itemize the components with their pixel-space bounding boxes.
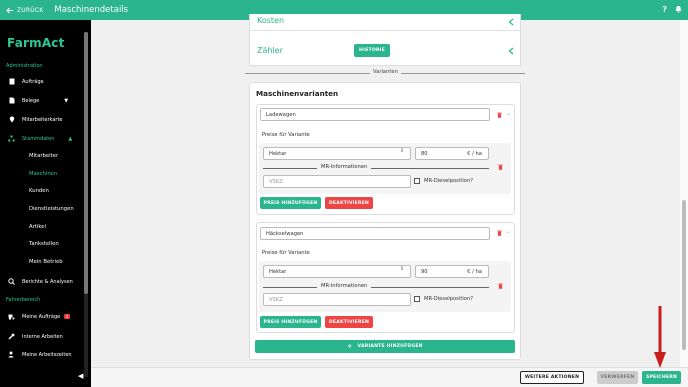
sidebar-item-label: Meine Arbeitszeiten xyxy=(22,351,72,358)
divider xyxy=(263,168,489,169)
price-input[interactable]: 90 € / ha xyxy=(415,265,489,278)
sidebar-item-meine-arbeitszeiten[interactable]: Meine Arbeitszeiten xyxy=(8,351,72,358)
price-unit: € / ha xyxy=(467,268,482,275)
sidebar-item-label: Stammdaten xyxy=(22,135,55,142)
unit-select[interactable]: Hektar xyxy=(263,147,411,160)
sidebar-item-label: Berichte & Analysen xyxy=(22,278,73,285)
app-logo: FarmAct xyxy=(7,36,65,50)
trash-icon[interactable] xyxy=(498,283,503,289)
vskz-input[interactable]: VSKZ xyxy=(263,175,411,188)
sidebar: FarmAct Administration Aufträge Belege ▼… xyxy=(0,20,91,387)
page-title: Maschinendetails xyxy=(54,5,129,15)
map-marker-icon xyxy=(8,116,15,123)
back-button[interactable]: ZURÜCK xyxy=(6,7,43,14)
sidebar-subitem-maschinen[interactable]: Maschinen xyxy=(29,171,57,177)
sidebar-subitem-artikel[interactable]: Artikel xyxy=(29,224,46,230)
varianten-divider-label: Varianten xyxy=(370,69,401,75)
speichern-button[interactable]: SPEICHERN xyxy=(642,371,681,384)
help-icon[interactable]: ? xyxy=(662,5,667,14)
add-price-button[interactable]: PREIS HINZUFÜGEN xyxy=(260,197,321,209)
sidebar-item-auftraege[interactable]: Aufträge xyxy=(8,78,44,85)
document-icon xyxy=(8,97,15,104)
search-chart-icon xyxy=(8,278,15,285)
preise-label: Preise für Variante xyxy=(262,132,310,138)
price-unit: € / ha xyxy=(467,150,482,157)
sidebar-item-mitarbeiterkarte[interactable]: Mitarbeiterkarte xyxy=(8,116,62,123)
wrench-icon xyxy=(8,333,15,340)
add-price-button[interactable]: PREIS HINZUFÜGEN xyxy=(260,316,321,328)
add-variant-label: VARIANTE HINZUFÜGEN xyxy=(357,344,423,349)
sidebar-item-berichte[interactable]: Berichte & Analysen xyxy=(8,278,73,285)
preise-label: Preise für Variante xyxy=(262,250,310,256)
sidebar-subitem-mein-betrieb[interactable]: Mein Betrieb xyxy=(29,259,63,265)
price-value: 90 xyxy=(421,268,428,275)
add-variant-button[interactable]: + VARIANTE HINZUFÜGEN xyxy=(255,340,515,353)
clipboard-icon xyxy=(8,78,15,85)
sidebar-item-stammdaten[interactable]: Stammdaten ▲ xyxy=(8,135,72,142)
sidebar-item-label: Mitarbeiterkarte xyxy=(22,116,63,123)
sidebar-subitem-tankstellen[interactable]: Tankstellen xyxy=(29,241,59,247)
diesel-label: MR-Dieselposition? xyxy=(424,296,474,302)
price-input[interactable]: 80 € / ha xyxy=(415,147,489,160)
deactivate-button[interactable]: DEAKTIVIEREN xyxy=(325,316,373,328)
bell-icon[interactable] xyxy=(675,5,682,13)
annotation-arrow-icon xyxy=(654,306,666,368)
divider xyxy=(263,287,489,288)
weitere-aktionen-button[interactable]: WEITERE AKTIONEN xyxy=(520,371,584,384)
sidebar-item-label: Meine Aufträge xyxy=(22,313,61,320)
trash-icon[interactable] xyxy=(497,112,502,118)
plus-icon: + xyxy=(347,343,353,350)
sidebar-item-label: Aufträge xyxy=(22,78,44,85)
mr-informationen-label: MR-Informationen xyxy=(317,164,372,170)
trash-icon[interactable] xyxy=(497,230,502,236)
user-clock-icon xyxy=(8,351,15,358)
trash-icon[interactable] xyxy=(498,164,503,170)
tractor-icon xyxy=(8,313,15,320)
sidebar-item-belege[interactable]: Belege ▼ xyxy=(8,97,68,104)
back-label: ZURÜCK xyxy=(17,6,44,14)
sidebar-item-label: Interne Arbeiten xyxy=(22,333,63,340)
price-value: 80 xyxy=(421,150,428,157)
chevron-down-icon[interactable]: ⌄ xyxy=(506,110,511,117)
page-scrollbar[interactable] xyxy=(680,20,688,367)
sidebar-subitem-kunden[interactable]: Kunden xyxy=(29,188,49,194)
chevron-left-icon[interactable] xyxy=(508,47,514,55)
variant-name-input[interactable]: Häckselwagen xyxy=(260,227,490,240)
historie-button[interactable]: HISTORIE xyxy=(354,44,390,57)
sidebar-subitem-mitarbeiter[interactable]: Mitarbeiter xyxy=(29,153,58,159)
sidebar-item-label: Belege xyxy=(22,97,40,104)
notification-badge: 1 xyxy=(64,314,70,319)
sidebar-scrollbar[interactable] xyxy=(84,32,88,377)
section-title: Maschinenvarianten xyxy=(256,89,339,98)
chevron-down-icon[interactable]: ⌄ xyxy=(506,228,511,235)
diesel-label: MR-Dieselposition? xyxy=(424,178,474,184)
sidebar-item-meine-auftraege[interactable]: Meine Aufträge 1 xyxy=(8,313,70,320)
sidebar-subitem-dienstleistungen[interactable]: Dienstleistungen xyxy=(29,206,74,212)
select-arrows-icon: ⇕ xyxy=(400,148,405,154)
section-administration: Administration xyxy=(6,63,43,69)
diesel-checkbox[interactable] xyxy=(414,178,420,184)
vskz-input[interactable]: VSKZ xyxy=(263,293,411,306)
collapse-sidebar-icon[interactable]: ◀ xyxy=(78,372,83,380)
section-fahrerbereich: Fahrerbereich xyxy=(6,297,41,303)
kosten-zaehler-card: Kosten Zähler HISTORIE xyxy=(249,14,522,66)
unit-select[interactable]: Hektar xyxy=(263,265,411,278)
arrow-left-icon xyxy=(6,7,13,13)
chevron-down-icon: ▼ xyxy=(64,97,69,104)
mr-informationen-label: MR-Informationen xyxy=(317,283,372,289)
kosten-label[interactable]: Kosten xyxy=(257,16,284,25)
chevron-up-icon: ▲ xyxy=(68,135,73,142)
variant-name-input[interactable]: Ladewagen xyxy=(260,108,490,121)
select-arrows-icon: ⇕ xyxy=(400,266,405,272)
sidebar-item-interne-arbeiten[interactable]: Interne Arbeiten xyxy=(8,333,63,340)
diesel-checkbox[interactable] xyxy=(414,296,420,302)
sitemap-icon xyxy=(8,135,15,142)
verwerfen-button[interactable]: VERWERFEN xyxy=(597,371,638,384)
chevron-left-icon[interactable] xyxy=(508,18,514,26)
deactivate-button[interactable]: DEAKTIVIEREN xyxy=(325,197,373,209)
zaehler-label[interactable]: Zähler xyxy=(257,46,283,55)
